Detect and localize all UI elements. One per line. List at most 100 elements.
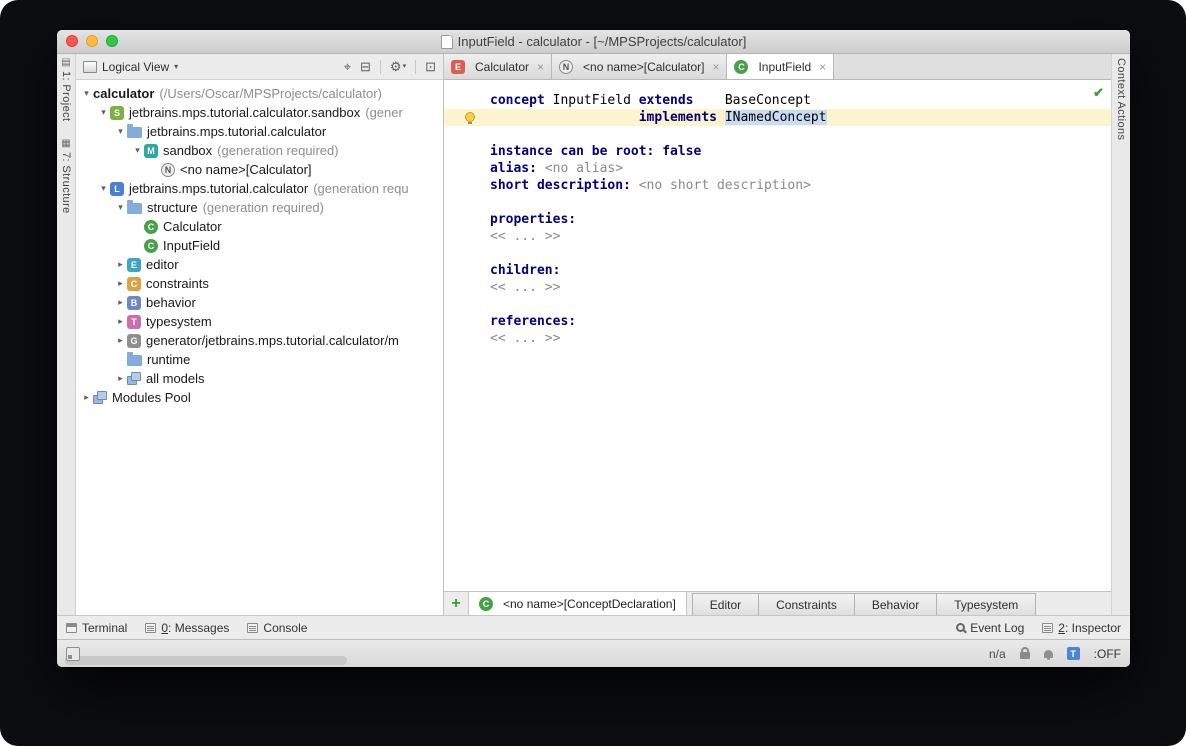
tree-item[interactable]: C InputField bbox=[76, 236, 443, 255]
concept-icon: C bbox=[144, 238, 158, 253]
code-line[interactable]: children: bbox=[490, 262, 1111, 279]
toolbar-item-label: 0: Messages bbox=[161, 620, 230, 635]
code-segment: properties: bbox=[490, 212, 577, 227]
chevron-right-icon[interactable]: ▸ bbox=[114, 316, 127, 327]
code-line[interactable]: << ... >> bbox=[490, 330, 1111, 347]
tree-item[interactable]: ▾ Msandbox (generation required) bbox=[76, 141, 443, 160]
project-scrollbar-horizontal[interactable] bbox=[60, 656, 1127, 665]
tree-item[interactable]: ▸ Modules Pool bbox=[76, 388, 443, 407]
tree-item[interactable]: ▸ all models bbox=[76, 369, 443, 388]
code-line[interactable] bbox=[490, 126, 1111, 143]
chevron-down-icon[interactable]: ▾ bbox=[131, 145, 144, 156]
tree-item[interactable]: ▸ Bbehavior bbox=[76, 293, 443, 312]
code-editor[interactable]: concept InputField extends BaseConcept i… bbox=[444, 80, 1111, 347]
chevron-down-icon[interactable]: ▾ bbox=[97, 107, 110, 118]
chevron-right-icon[interactable]: ▸ bbox=[114, 335, 127, 346]
close-icon[interactable]: × bbox=[819, 60, 826, 74]
chevron-right-icon[interactable]: ▸ bbox=[114, 259, 127, 270]
messages-icon bbox=[145, 622, 157, 633]
chevron-right-icon[interactable]: ▸ bbox=[80, 392, 93, 403]
toolbar-item-console[interactable]: Console bbox=[247, 621, 307, 635]
tree-item-label: generator/jetbrains.mps.tutorial.calcula… bbox=[146, 333, 399, 348]
view-selector[interactable]: Logical View ▾ bbox=[83, 60, 178, 74]
editor-tab-calculator[interactable]: E Calculator × bbox=[444, 54, 553, 79]
toolbar-item-0-messages[interactable]: 0: Messages bbox=[145, 621, 229, 635]
chevron-down-icon[interactable]: ▾ bbox=[80, 88, 93, 99]
tree-item[interactable]: ▾ structure (generation required) bbox=[76, 198, 443, 217]
tree-item[interactable]: ▸ Cconstraints bbox=[76, 274, 443, 293]
constraints-model-icon: C bbox=[127, 276, 141, 291]
chevron-right-icon[interactable]: ▸ bbox=[114, 373, 127, 384]
scrollbar-thumb[interactable] bbox=[65, 656, 347, 665]
tree-item-label: typesystem bbox=[146, 314, 212, 329]
code-editor-wrap: concept InputField extends BaseConcept i… bbox=[444, 80, 1111, 591]
minimize-window-button[interactable] bbox=[86, 35, 98, 47]
lock-icon[interactable] bbox=[1019, 647, 1030, 659]
toolbar-item-event-log[interactable]: Event Log bbox=[956, 621, 1024, 635]
tree-item[interactable]: runtime bbox=[76, 350, 443, 369]
chevron-right-icon[interactable]: ▸ bbox=[114, 297, 127, 308]
tree-item[interactable]: ▸ Ttypesystem bbox=[76, 312, 443, 331]
close-window-button[interactable] bbox=[66, 35, 78, 47]
code-line[interactable]: concept InputField extends BaseConcept bbox=[490, 92, 1111, 109]
toolbar-item-label: Event Log bbox=[970, 620, 1025, 635]
code-line[interactable]: short description: <no short description… bbox=[490, 177, 1111, 194]
tree-item[interactable]: ▾ jetbrains.mps.tutorial.calculator bbox=[76, 122, 443, 141]
code-line[interactable] bbox=[490, 194, 1111, 211]
zoom-window-button[interactable] bbox=[106, 35, 118, 47]
code-segment: short description: bbox=[490, 178, 639, 193]
toolwindow-context-actions[interactable]: Context Actions bbox=[1115, 58, 1127, 140]
node-tab[interactable]: C <no name>[ConceptDeclaration] bbox=[468, 592, 687, 615]
code-segment: implements bbox=[638, 110, 725, 125]
locate-icon[interactable]: ⌖ bbox=[344, 60, 351, 73]
code-line[interactable]: references: bbox=[490, 313, 1111, 330]
toolwindow-toggle-icon[interactable] bbox=[66, 646, 80, 661]
chevron-down-icon[interactable]: ▾ bbox=[97, 183, 110, 194]
code-line[interactable] bbox=[490, 296, 1111, 313]
close-icon[interactable]: × bbox=[712, 60, 719, 74]
editor-tab-label: <no name>[Calculator] bbox=[583, 59, 705, 74]
language-module-icon: L bbox=[110, 181, 124, 196]
chevron-down-icon[interactable]: ▾ bbox=[114, 202, 127, 213]
tree-item-label: jetbrains.mps.tutorial.calculator bbox=[129, 181, 309, 196]
code-line[interactable] bbox=[490, 245, 1111, 262]
tree-item[interactable]: ▾ calculator (/Users/Oscar/MPSProjects/cal… bbox=[76, 84, 443, 103]
titlebar[interactable]: InputField - calculator - [~/MPSProjects… bbox=[57, 30, 1130, 54]
intention-bulb-icon[interactable] bbox=[465, 112, 475, 124]
toolwindow-project[interactable]: ▤ 1: Project bbox=[60, 58, 72, 122]
tree-item[interactable]: ▸ Eeditor bbox=[76, 255, 443, 274]
tab-editor[interactable]: Editor bbox=[691, 593, 760, 615]
node-tab-label: <no name>[ConceptDeclaration] bbox=[503, 596, 676, 611]
code-line[interactable]: alias: <no alias> bbox=[490, 160, 1111, 177]
hide-panel-icon[interactable]: ⊡ bbox=[425, 60, 436, 73]
settings-icon[interactable]: ⚙ ▾ bbox=[390, 60, 406, 73]
code-line[interactable]: implements INamedConcept bbox=[444, 109, 1111, 126]
editor-tab-inputfield[interactable]: C InputField × bbox=[727, 54, 835, 79]
toolbar-item-2-inspector[interactable]: 2: Inspector bbox=[1042, 621, 1121, 635]
close-icon[interactable]: × bbox=[537, 60, 544, 74]
tree-item[interactable]: ▾ Ljetbrains.mps.tutorial.calculator (gene… bbox=[76, 179, 443, 198]
tab-constraints[interactable]: Constraints bbox=[758, 593, 855, 615]
code-line[interactable]: << ... >> bbox=[490, 279, 1111, 296]
left-toolwindow-stripe: ▤ 1: Project ▦ 7: Structure bbox=[57, 54, 76, 615]
code-line[interactable]: properties: bbox=[490, 211, 1111, 228]
collapse-all-icon[interactable]: ⊟ bbox=[360, 60, 371, 73]
code-line[interactable]: << ... >> bbox=[490, 228, 1111, 245]
chevron-right-icon[interactable]: ▸ bbox=[114, 278, 127, 289]
editor-tab-no-name-calculator[interactable]: N <no name>[Calculator] × bbox=[552, 54, 728, 79]
toolbar-item-terminal[interactable]: Terminal bbox=[66, 621, 127, 635]
code-segment: alias: bbox=[490, 161, 545, 176]
tree-item[interactable]: C Calculator bbox=[76, 217, 443, 236]
add-aspect-button[interactable]: + bbox=[444, 592, 468, 615]
tree-item[interactable]: ▾ Sjetbrains.mps.tutorial.calculator.sand… bbox=[76, 103, 443, 122]
code-line[interactable]: instance can be root: false bbox=[490, 143, 1111, 160]
tab-behavior[interactable]: Behavior bbox=[853, 593, 938, 615]
toolwindow-structure[interactable]: ▦ 7: Structure bbox=[60, 139, 72, 214]
tree-item[interactable]: ▸ Ggenerator/jetbrains.mps.tutorial.calcu… bbox=[76, 331, 443, 350]
tree-item-label: Calculator bbox=[163, 219, 222, 234]
chevron-down-icon[interactable]: ▾ bbox=[114, 126, 127, 137]
tree-item[interactable]: N <no name>[Calculator] bbox=[76, 160, 443, 179]
inspections-icon[interactable] bbox=[1043, 649, 1053, 660]
tab-typesystem[interactable]: Typesystem bbox=[936, 593, 1037, 615]
